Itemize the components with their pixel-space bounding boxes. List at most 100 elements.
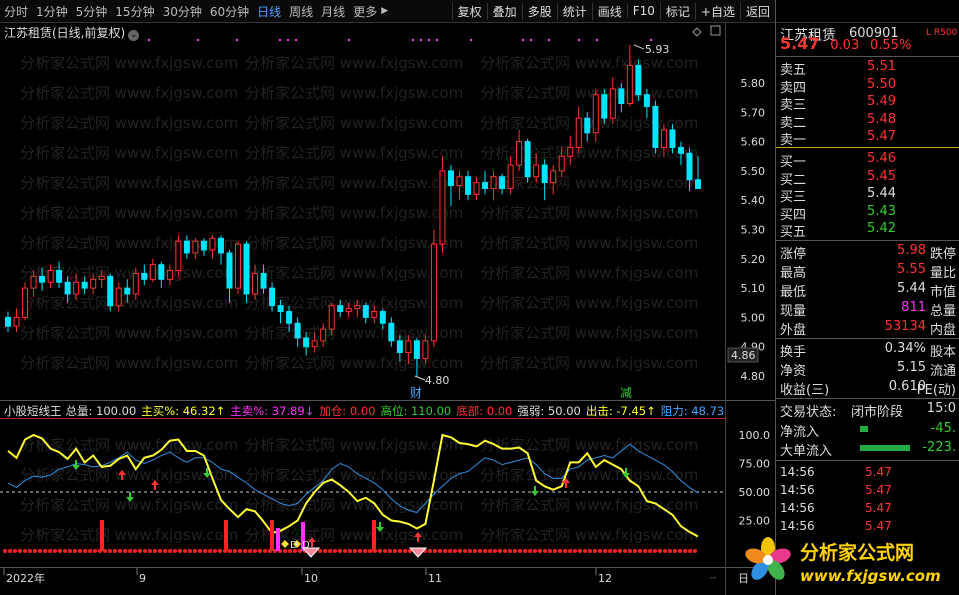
price-axis-label: 5.10 <box>741 282 766 295</box>
bottom-dot <box>23 549 27 553</box>
stat-key: 最高 <box>780 266 807 281</box>
stat-row: 收益(三) 0.610 PE(动) <box>780 379 956 398</box>
price-change-pct: 0.55% <box>870 38 912 53</box>
bottom-dot <box>68 549 72 553</box>
stat-value: 811 <box>901 300 926 315</box>
bottom-dot <box>73 549 77 553</box>
x-axis-label: 12 <box>598 572 612 585</box>
tick-row[interactable]: 14:56 5.47 <box>780 501 956 517</box>
bottom-dot <box>48 549 52 553</box>
arrow-down-icon <box>531 486 539 496</box>
watermark-text: 分析家公式网 www.fxjgsw.com <box>245 436 463 454</box>
candle-body <box>396 340 403 354</box>
tick-row[interactable]: 14:56 5.47 <box>780 465 956 481</box>
flow-bar <box>860 426 868 432</box>
bottom-dot <box>668 549 672 553</box>
bid-row[interactable]: 买五 5.42 <box>780 221 956 240</box>
bottom-dot <box>123 549 127 553</box>
candle-body <box>269 287 276 307</box>
event-cai-label[interactable]: 财 <box>410 386 422 400</box>
ask-row[interactable]: 卖三 5.49 <box>780 94 956 113</box>
event-jian-label[interactable]: 减 <box>620 386 632 400</box>
bottom-dot <box>208 549 212 553</box>
logo-cn: 分析家公式网 <box>800 541 914 564</box>
ask-row[interactable]: 卖四 5.50 <box>780 77 956 96</box>
bottom-dot <box>693 549 697 553</box>
ask-row[interactable]: 卖一 5.47 <box>780 129 956 148</box>
trade-state-value: 闭市阶段 <box>851 405 904 420</box>
x-axis-label: 11 <box>428 572 442 585</box>
ask-row[interactable]: 卖二 5.48 <box>780 112 956 131</box>
candle-body <box>277 305 284 313</box>
watermark-text: 分析家公式网 www.fxjgsw.com <box>20 114 238 132</box>
chart-title: 江苏租赁(日线,前复权) ⌄ <box>4 24 140 41</box>
trade-state: 交易状态: 闭市阶段 15:0 <box>780 401 956 420</box>
bottom-dot <box>673 549 677 553</box>
ask-row[interactable]: 卖五 5.51 <box>780 59 956 78</box>
high-marker-line <box>633 44 645 50</box>
candle-body <box>13 316 20 327</box>
bottom-dot <box>238 549 242 553</box>
stat-row: 最低 5.44 市值 <box>780 281 956 300</box>
bottom-dot <box>18 549 22 553</box>
bottom-dot <box>253 549 257 553</box>
ask-label: 卖二 <box>780 115 807 131</box>
watermark-text: 分析家公式网 www.fxjgsw.com <box>245 84 463 102</box>
bottom-dot <box>128 549 132 553</box>
tick-price: 5.47 <box>865 483 892 497</box>
kline-chart[interactable]: 分析家公式网 www.fxjgsw.com 分析家公式网 www.fxjgsw.c… <box>0 0 775 595</box>
watermark-text: 分析家公式网 www.fxjgsw.com <box>245 144 463 162</box>
bid-row[interactable]: 买四 5.43 <box>780 204 956 223</box>
stat-key-2: 股本 <box>929 345 956 360</box>
bid-row[interactable]: 买三 5.44 <box>780 186 956 205</box>
bottom-dot <box>378 549 382 553</box>
ask-label: 卖四 <box>780 80 807 96</box>
bottom-dot <box>228 549 232 553</box>
candle-body <box>175 240 182 272</box>
bottom-dot <box>343 549 347 553</box>
candle-body <box>47 270 54 283</box>
tick-price: 5.47 <box>865 501 892 515</box>
candle-body <box>243 243 250 295</box>
indicator-item: 阻力: 48.73 <box>660 404 725 418</box>
bid-label: 买一 <box>780 155 807 170</box>
signal-bar <box>100 520 104 551</box>
tick-row[interactable]: 14:56 5.47 <box>780 483 956 499</box>
candle-body <box>430 243 437 342</box>
price-axis-label: 5.80 <box>741 77 766 90</box>
bottom-dot <box>583 549 587 553</box>
bottom-dot <box>38 549 42 553</box>
ask-price: 5.51 <box>867 59 896 74</box>
bottom-dot <box>358 549 362 553</box>
watermark-text: 分析家公式网 www.fxjgsw.com <box>20 354 238 372</box>
indicator-item: 强弱: 50.00 <box>517 404 581 418</box>
bottom-dot <box>533 549 537 553</box>
event-dot <box>596 39 598 41</box>
bid-row[interactable]: 买一 5.46 <box>780 151 956 170</box>
candle-body <box>345 308 352 313</box>
bottom-dot <box>88 549 92 553</box>
chevron-down-icon[interactable]: ⌄ <box>128 30 140 41</box>
stat-key-2: 量比 <box>929 266 956 281</box>
candle-body <box>217 237 224 254</box>
price-axis-label: 5.40 <box>741 194 766 207</box>
indicator-item: 出击: -7.45↑ <box>585 404 656 418</box>
diamond-icon[interactable] <box>692 27 702 37</box>
bid-row[interactable]: 买二 5.45 <box>780 168 956 188</box>
bottom-dot <box>453 549 457 553</box>
price-axis-label: 5.30 <box>741 224 766 237</box>
event-dot <box>470 39 472 41</box>
current-price-label: 4.86 <box>731 349 756 362</box>
bid-price: 5.45 <box>867 168 896 184</box>
square-icon[interactable] <box>710 25 721 36</box>
stat-key-2: 总量 <box>929 304 956 319</box>
bottom-dot <box>348 549 352 553</box>
indicator-item: 主买%: 46.32↑ <box>141 404 226 418</box>
watermark-text: 分析家公式网 www.fxjgsw.com <box>480 436 698 454</box>
tick-row[interactable]: 14:56 5.47 <box>780 519 956 535</box>
candle-body <box>132 272 139 295</box>
candle-body <box>192 240 199 254</box>
bid-label: 买二 <box>780 172 807 188</box>
candle-body <box>320 328 327 342</box>
bottom-dot <box>478 549 482 553</box>
